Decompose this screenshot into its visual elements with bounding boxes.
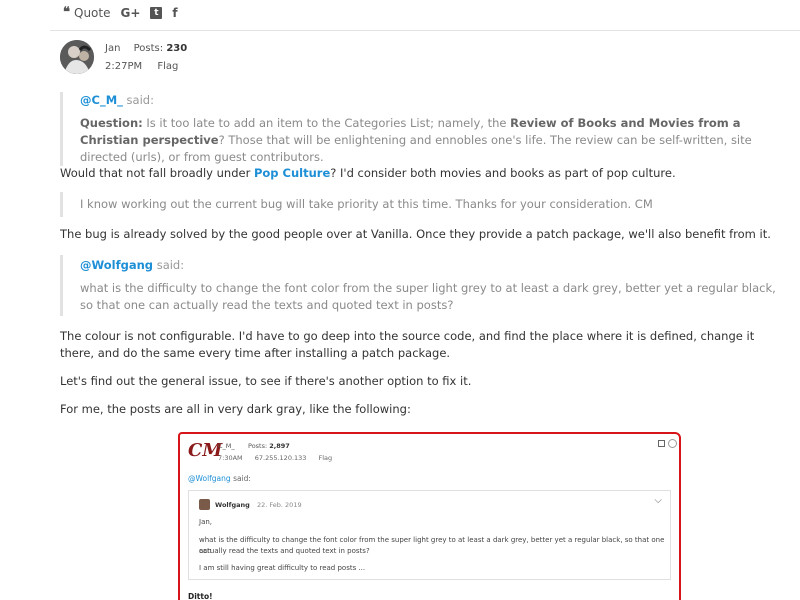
posts-count: 230	[166, 43, 188, 54]
screenshot-meta: 7:30AM 67.255.120.133 Flag	[218, 454, 342, 462]
chevron-down-icon: ⌵	[654, 495, 662, 506]
divider	[50, 30, 800, 31]
screenshot-quote-line: actually read the texts and quoted text …	[199, 547, 370, 555]
circle-icon	[668, 439, 677, 448]
paragraph-text: Would that not fall broadly under	[60, 166, 251, 180]
paragraph-text: For me, the posts are all in very dark g…	[60, 402, 411, 416]
paragraph: The colour is not configurable. I'd have…	[60, 328, 780, 362]
screenshot-quote-avatar	[199, 499, 210, 510]
screenshot-said: @Wolfgang said:	[188, 474, 251, 483]
quote-header: @C_M_ said:	[80, 92, 780, 109]
screenshot-quote: Wolfgang 22. Feb. 2019 ⌵ Jan, what is th…	[188, 490, 671, 580]
facebook-icon[interactable]: f	[172, 6, 177, 20]
twitter-icon[interactable]: t	[150, 6, 163, 19]
screenshot-ip: 67.255.120.133	[254, 454, 307, 462]
quote-icon: ❝	[63, 5, 70, 20]
flag-link[interactable]: Flag	[157, 61, 178, 72]
quote-text: I know working out the current bug will …	[80, 197, 653, 211]
meta-row: 2:27PM Flag	[105, 61, 178, 72]
screenshot-mention: @Wolfgang	[188, 474, 231, 483]
paragraph: For me, the posts are all in very dark g…	[60, 401, 780, 418]
screenshot-flag: Flag	[318, 454, 333, 462]
checkbox-icon	[658, 440, 665, 447]
paragraph: Would that not fall broadly under Pop Cu…	[60, 165, 780, 182]
quote-label: Quote	[74, 5, 111, 20]
share-bar: ❝ Quote G+ t f	[63, 5, 178, 20]
quote-header: @Wolfgang said:	[80, 257, 780, 274]
said-label: said:	[156, 258, 185, 272]
screenshot-ditto: Ditto!	[188, 592, 213, 600]
mention-link[interactable]: @C_M_	[80, 93, 123, 107]
quote-text: what is the difficulty to change the fon…	[80, 281, 776, 312]
screenshot-quote-date: 22. Feb. 2019	[257, 501, 302, 509]
paragraph-text: ? I'd consider both movies and books as …	[330, 166, 676, 180]
post-time[interactable]: 2:27PM	[105, 61, 142, 72]
blockquote-cm: @C_M_ said: Question: Is it too late to …	[60, 92, 780, 166]
paragraph-text: The colour is not configurable. I'd have…	[60, 329, 755, 360]
google-plus-icon[interactable]: G+	[120, 6, 140, 20]
question-label: Question:	[80, 116, 143, 130]
posts-label: Posts:	[133, 43, 164, 54]
screenshot-quote-greeting: Jan,	[199, 518, 213, 526]
blockquote-wolfgang: @Wolfgang said: what is the difficulty t…	[60, 255, 780, 316]
author-row: Jan Posts: 230	[105, 43, 187, 54]
screenshot-time: 7:30AM	[218, 454, 243, 462]
screenshot-quote-line: I am still having great difficulty to re…	[199, 564, 366, 572]
screenshot-said-label: said:	[233, 474, 251, 483]
paragraph: Let's find out the general issue, to see…	[60, 373, 780, 390]
screenshot-posts: Posts: 2,897	[248, 442, 290, 450]
screenshot-posts-label: Posts:	[248, 442, 268, 450]
blockquote-cm-2: I know working out the current bug will …	[60, 192, 780, 217]
mention-link[interactable]: @Wolfgang	[80, 258, 153, 272]
screenshot-author: C_M_	[218, 442, 235, 450]
screenshot-posts-count: 2,897	[269, 442, 290, 450]
avatar[interactable]	[60, 40, 94, 74]
said-label: said:	[126, 93, 154, 107]
pop-culture-link[interactable]: Pop Culture	[254, 166, 330, 180]
paragraph-text: The bug is already solved by the good pe…	[60, 227, 771, 241]
quote-text: Question: Is it too late to add an item …	[80, 115, 780, 166]
paragraph-text: Let's find out the general issue, to see…	[60, 374, 472, 388]
quote-button[interactable]: ❝ Quote	[63, 5, 110, 20]
author-name[interactable]: Jan	[105, 43, 120, 54]
screenshot-quote-author: Wolfgang	[215, 501, 250, 509]
paragraph: The bug is already solved by the good pe…	[60, 226, 780, 243]
quote-text-part: Is it too late to add an item to the Cat…	[146, 116, 507, 130]
embedded-screenshot[interactable]: CM C_M_ Posts: 2,897 7:30AM 67.255.120.1…	[178, 432, 681, 600]
